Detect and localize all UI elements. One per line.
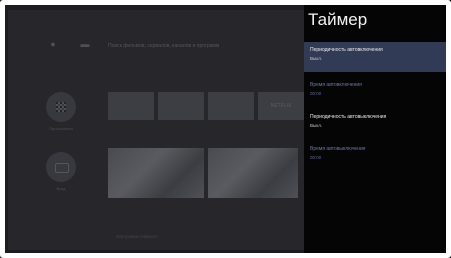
option-value: 00:00 [310, 155, 322, 160]
panel-title: Таймер [308, 10, 368, 29]
input-source-icon [55, 163, 69, 173]
option-title: Периодичность автовключения [310, 47, 383, 53]
search-icon[interactable]: ▬ [80, 39, 90, 49]
app-tile[interactable] [158, 92, 204, 120]
option-auto-on-frequency[interactable]: Периодичность автовключения Выкл. [304, 42, 451, 72]
home-launcher: ● ▬ Поиск фильмов, сериалов, каналов и п… [8, 10, 304, 250]
apps-grid-icon [56, 102, 66, 112]
inputs-label: Вход [56, 186, 66, 191]
option-value: 00:00 [310, 91, 322, 96]
content-thumbnail[interactable] [108, 148, 204, 198]
option-auto-on-time[interactable]: Время автовключения 00:00 [304, 82, 451, 102]
option-title: Время автовключения [310, 82, 362, 88]
option-value: Выкл. [310, 123, 323, 128]
apps-button[interactable] [46, 92, 76, 122]
tile-label: NETFLIX [270, 103, 292, 109]
mic-icon[interactable]: ● [48, 39, 58, 49]
customize-home-label[interactable]: Настройка главного [116, 234, 158, 239]
option-value: Выкл. [310, 56, 323, 61]
option-title: Время автовыключения [310, 146, 366, 152]
option-auto-off-frequency[interactable]: Периодичность автовыключения Выкл. [304, 114, 451, 134]
tv-screen: ● ▬ Поиск фильмов, сериалов, каналов и п… [0, 0, 451, 258]
timer-settings-panel: Таймер Периодичность автовключения Выкл.… [304, 0, 451, 258]
inputs-button[interactable] [46, 152, 76, 182]
app-tile[interactable] [108, 92, 154, 120]
app-tile[interactable]: NETFLIX [258, 92, 304, 120]
apps-label: Приложения [49, 126, 73, 131]
content-thumbnail[interactable] [208, 148, 298, 198]
option-auto-off-time[interactable]: Время автовыключения 00:00 [304, 146, 451, 166]
search-bar[interactable]: Поиск фильмов, сериалов, каналов и прогр… [108, 43, 219, 49]
app-tile[interactable] [208, 92, 254, 120]
option-title: Периодичность автовыключения [310, 114, 387, 120]
